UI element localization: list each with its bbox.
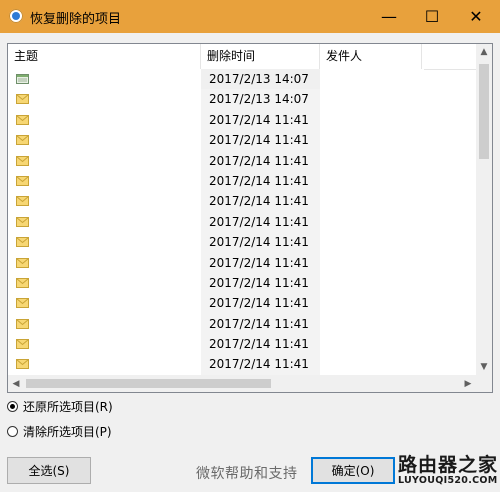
list-item[interactable]: 2017/2/14 11:41 bbox=[8, 130, 476, 151]
mail-icon bbox=[16, 196, 29, 207]
deleted-time-cell: 2017/2/14 11:41 bbox=[201, 293, 320, 314]
list-item[interactable]: 2017/2/14 11:41 bbox=[8, 109, 476, 131]
deleted-time-cell: 2017/2/14 11:41 bbox=[201, 170, 320, 192]
list-item[interactable]: 2017/2/14 11:41 bbox=[8, 211, 476, 233]
mail-icon bbox=[16, 318, 29, 329]
horizontal-scrollbar[interactable]: ◀ ▶ bbox=[8, 375, 476, 392]
mail-icon bbox=[16, 257, 29, 268]
column-header-subject[interactable]: 主题 bbox=[8, 44, 201, 69]
deleted-time-cell: 2017/2/14 11:41 bbox=[201, 313, 320, 335]
deleted-items-list[interactable]: 主题 删除时间 发件人 2017/2/13 14:07 2017/2/13 14:… bbox=[7, 43, 493, 393]
purge-option-label: 清除所选项目(P) bbox=[23, 425, 112, 439]
mail-icon bbox=[16, 155, 29, 166]
deleted-time-cell: 2017/2/14 11:41 bbox=[201, 232, 320, 253]
deleted-time-cell: 2017/2/14 11:41 bbox=[201, 109, 320, 131]
deleted-time-cell: 2017/2/14 11:41 bbox=[201, 211, 320, 233]
list-item[interactable]: 2017/2/14 11:41 bbox=[8, 313, 476, 335]
deleted-time-cell: 2017/2/14 11:41 bbox=[201, 252, 320, 273]
mail-icon bbox=[16, 237, 29, 248]
purge-option[interactable]: 清除所选项目(P) bbox=[7, 423, 112, 440]
deleted-time-cell: 2017/2/14 11:41 bbox=[201, 272, 320, 294]
mail-icon bbox=[16, 135, 29, 146]
list-item[interactable]: 2017/2/13 14:07 bbox=[8, 89, 476, 110]
mail-icon bbox=[16, 298, 29, 309]
ok-button[interactable]: 确定(O) bbox=[311, 457, 395, 484]
list-item[interactable]: 2017/2/14 11:41 bbox=[8, 150, 476, 171]
deleted-time-cell: 2017/2/14 11:41 bbox=[201, 354, 320, 375]
column-header-deleted-time[interactable]: 删除时间 bbox=[201, 44, 320, 69]
restore-radio[interactable] bbox=[7, 401, 18, 412]
purge-radio[interactable] bbox=[7, 426, 18, 437]
deleted-time-cell: 2017/2/14 11:41 bbox=[201, 191, 320, 212]
scroll-corner bbox=[476, 375, 492, 392]
logo-main-text: 路由器之家 bbox=[398, 454, 499, 476]
list-item[interactable]: 2017/2/14 11:41 bbox=[8, 252, 476, 273]
list-item[interactable]: 2017/2/14 11:41 bbox=[8, 232, 476, 253]
mail-icon bbox=[16, 175, 29, 186]
deleted-time-cell: 2017/2/13 14:07 bbox=[201, 69, 320, 90]
list-item[interactable]: 2017/2/13 14:07 bbox=[8, 69, 476, 90]
select-all-button[interactable]: 全选(S) bbox=[7, 457, 91, 484]
list-item[interactable]: 2017/2/14 11:41 bbox=[8, 191, 476, 212]
logo-sub-text: LUYOUQI520.COM bbox=[398, 475, 498, 486]
maximize-button[interactable]: ☐ bbox=[411, 0, 453, 33]
column-header-sender[interactable]: 发件人 bbox=[320, 44, 422, 69]
list-rows: 2017/2/13 14:07 2017/2/13 14:07 2017/2/14 … bbox=[8, 69, 476, 375]
list-item[interactable]: 2017/2/14 11:41 bbox=[8, 354, 476, 375]
mail-icon bbox=[16, 277, 29, 288]
mail-icon bbox=[16, 114, 29, 125]
mail-icon bbox=[16, 94, 29, 105]
scroll-right-icon[interactable]: ▶ bbox=[460, 375, 476, 392]
mail-icon bbox=[16, 216, 29, 227]
title-bar: 恢复删除的项目 — ☐ ✕ bbox=[0, 0, 500, 33]
deleted-time-cell: 2017/2/14 11:41 bbox=[201, 334, 320, 355]
deleted-time-cell: 2017/2/13 14:07 bbox=[201, 89, 320, 110]
scroll-up-icon[interactable]: ▲ bbox=[476, 44, 492, 60]
window-title: 恢复删除的项目 bbox=[30, 12, 122, 27]
watermark-text: 微软帮助和支持 bbox=[196, 466, 298, 482]
list-item[interactable]: 2017/2/14 11:41 bbox=[8, 334, 476, 355]
vertical-scroll-thumb[interactable] bbox=[479, 64, 489, 159]
close-button[interactable]: ✕ bbox=[455, 0, 497, 33]
deleted-time-cell: 2017/2/14 11:41 bbox=[201, 130, 320, 151]
app-icon bbox=[9, 9, 23, 23]
horizontal-scroll-thumb[interactable] bbox=[26, 379, 271, 388]
site-logo: 路由器之家 LUYOUQI520.COM bbox=[398, 450, 498, 490]
list-header: 主题 删除时间 发件人 bbox=[8, 44, 476, 70]
list-item[interactable]: 2017/2/14 11:41 bbox=[8, 170, 476, 192]
restore-option[interactable]: 还原所选项目(R) bbox=[7, 398, 113, 415]
mail-icon bbox=[16, 359, 29, 370]
scroll-left-icon[interactable]: ◀ bbox=[8, 375, 24, 392]
list-item[interactable]: 2017/2/14 11:41 bbox=[8, 272, 476, 294]
minimize-button[interactable]: — bbox=[368, 0, 410, 33]
calendar-icon bbox=[16, 74, 29, 84]
list-item[interactable]: 2017/2/14 11:41 bbox=[8, 293, 476, 314]
restore-option-label: 还原所选项目(R) bbox=[23, 400, 113, 414]
vertical-scrollbar[interactable]: ▲ ▼ bbox=[476, 44, 492, 375]
scroll-down-icon[interactable]: ▼ bbox=[476, 359, 492, 375]
deleted-time-cell: 2017/2/14 11:41 bbox=[201, 150, 320, 171]
mail-icon bbox=[16, 339, 29, 350]
